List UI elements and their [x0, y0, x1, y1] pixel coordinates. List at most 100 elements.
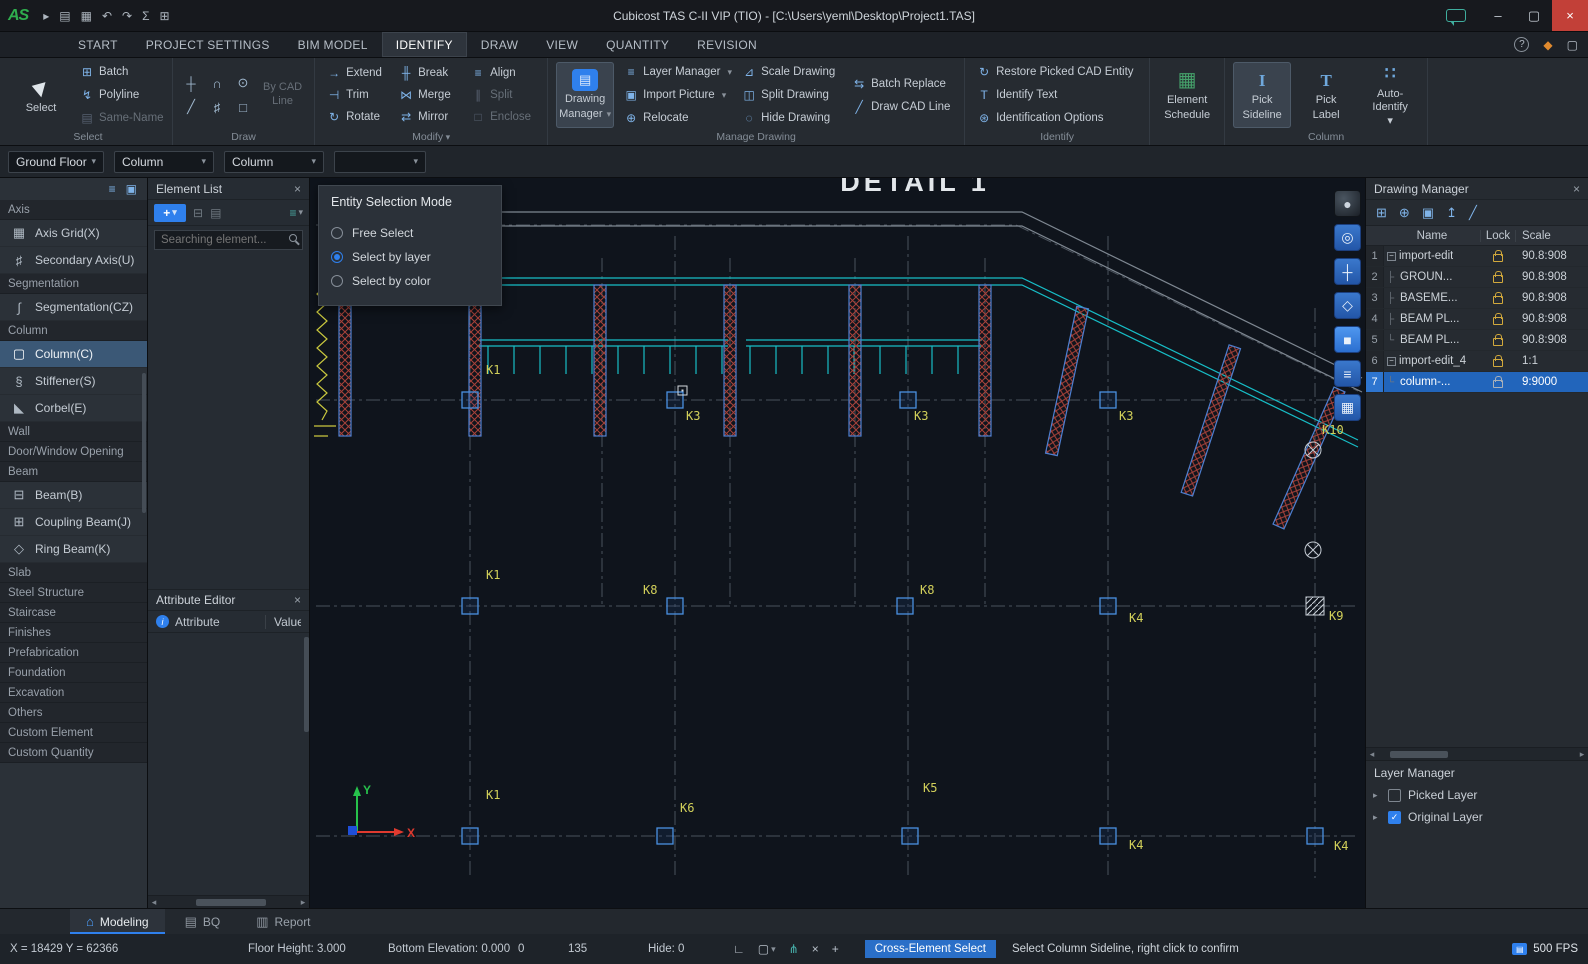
element-category-select[interactable]: Column▾ — [114, 151, 214, 173]
box-select-icon[interactable]: ▢▾ — [758, 942, 776, 956]
window-mode-icon[interactable]: ▢ — [1567, 38, 1578, 52]
ribbon-batch-replace-button[interactable]: ⇆Batch Replace — [848, 73, 956, 94]
radio-select-by-color[interactable]: Select by color — [331, 269, 489, 293]
draw-tool-icon-6[interactable]: □ — [233, 97, 253, 117]
chat-icon[interactable] — [1446, 9, 1466, 22]
sidebar-item-corbel-e[interactable]: ◣Corbel(E) — [0, 395, 147, 422]
sidebar-item-beam-b[interactable]: ⊟Beam(B) — [0, 482, 147, 509]
scroll-left-icon[interactable]: ◂ — [148, 897, 160, 908]
element-list-hscrollbar[interactable]: ◂ ▸ — [148, 895, 309, 908]
delete-element-icon[interactable]: ⊟ — [193, 206, 203, 220]
by-cad-line-button[interactable]: By CAD Line — [259, 62, 306, 128]
search-input[interactable] — [154, 230, 303, 250]
ribbon-relocate-button[interactable]: ⊕Relocate — [620, 107, 732, 128]
layout-icon[interactable]: ⊞ — [160, 9, 170, 23]
draw-tool-icon-4[interactable]: ╱ — [181, 97, 201, 117]
export-drawing-icon[interactable]: ↥ — [1446, 205, 1457, 221]
help-icon[interactable]: ? — [1514, 37, 1529, 52]
ribbon-align-button[interactable]: ≡Align — [467, 62, 539, 83]
category-foundation[interactable]: Foundation — [0, 663, 147, 683]
ribbon-layer-manager-button[interactable]: ≡Layer Manager▾ — [620, 62, 732, 83]
close-icon[interactable]: × — [294, 593, 301, 607]
undo-icon[interactable]: ↶ — [102, 9, 112, 23]
ribbon-polyline-button[interactable]: ↯Polyline — [76, 85, 164, 106]
import-icon[interactable]: ▸ — [43, 9, 49, 23]
cross-icon[interactable]: × — [812, 942, 819, 956]
menu-tab-identify[interactable]: IDENTIFY — [382, 32, 467, 57]
category-others[interactable]: Others — [0, 703, 147, 723]
layer-original-layer[interactable]: ▸✓Original Layer — [1366, 806, 1588, 828]
extra-select[interactable]: ▾ — [334, 151, 426, 173]
ribbon-split-button[interactable]: ∥Split — [467, 84, 539, 105]
sidebar-item-coupling-beam-j[interactable]: ⊞Coupling Beam(J) — [0, 509, 147, 536]
feedback-icon[interactable]: ◆ — [1543, 38, 1552, 52]
sum-icon[interactable]: Σ — [142, 9, 149, 23]
scroll-right-icon[interactable]: ▸ — [1576, 749, 1588, 760]
drawing-manager-hscrollbar[interactable]: ◂ ▸ — [1366, 747, 1588, 760]
select-button[interactable]: Select — [12, 62, 70, 128]
element-schedule-button[interactable]: ▦ Element Schedule — [1158, 62, 1216, 128]
drawing-row-groun[interactable]: 2├GROUN...90.8:908 — [1366, 267, 1588, 288]
expander-icon[interactable]: ▸ — [1373, 812, 1381, 823]
scroll-right-icon[interactable]: ▸ — [297, 897, 309, 908]
ribbon-enclose-button[interactable]: □Enclose — [467, 106, 539, 127]
drawing-row-import-edit[interactable]: 1−import-edit90.8:908 — [1366, 246, 1588, 267]
radio-free-select[interactable]: Free Select — [331, 221, 489, 245]
menu-tab-view[interactable]: VIEW — [532, 32, 592, 57]
sidebar-item-secondary-axis-u[interactable]: ♯Secondary Axis(U) — [0, 247, 147, 274]
ribbon-mirror-button[interactable]: ⇄Mirror — [395, 106, 467, 127]
menu-tab-start[interactable]: START — [64, 32, 132, 57]
snap-icon[interactable]: ⋔ — [789, 942, 799, 956]
category-custom-element[interactable]: Custom Element — [0, 723, 147, 743]
maximize-button[interactable]: ▢ — [1516, 0, 1552, 31]
redo-icon[interactable]: ↷ — [122, 9, 132, 23]
add-element-button[interactable]: +▾ — [154, 204, 186, 222]
attribute-editor-body[interactable] — [148, 633, 309, 895]
solid-view-icon[interactable]: ■ — [1334, 326, 1361, 353]
sidebar-item-stiffener-s[interactable]: §Stiffener(S) — [0, 368, 147, 395]
open-icon[interactable]: ▤ — [59, 9, 70, 23]
relative-coord-icon[interactable]: + — [832, 942, 839, 956]
ribbon-merge-button[interactable]: ⋈Merge — [395, 84, 467, 105]
element-type-select[interactable]: Column▾ — [224, 151, 324, 173]
sidebar-item-column-c[interactable]: ▢Column(C) — [0, 341, 147, 368]
ribbon-same-name-button[interactable]: ▤Same-Name — [76, 107, 164, 128]
ribbon-identify-text-button[interactable]: TIdentify Text — [973, 85, 1141, 106]
ortho-icon[interactable]: ∟ — [733, 942, 745, 956]
pick-label-button[interactable]: TPickLabel — [1297, 62, 1355, 128]
floor-select[interactable]: Ground Floor▾ — [8, 151, 104, 173]
draw-tool-icon-3[interactable]: ⊙ — [233, 73, 253, 93]
layers-view-icon[interactable]: ≡ — [1334, 360, 1361, 387]
category-slab[interactable]: Slab — [0, 563, 147, 583]
frame-drawing-icon[interactable]: ▣ — [1422, 205, 1434, 221]
tab-report[interactable]: ▥Report — [240, 909, 326, 934]
category-wall[interactable]: Wall — [0, 422, 147, 442]
ribbon-scale-drawing-button[interactable]: ⊿Scale Drawing — [738, 62, 842, 83]
ribbon-break-button[interactable]: ╫Break — [395, 62, 467, 83]
ribbon-import-picture-button[interactable]: ▣Import Picture▾ — [620, 85, 732, 106]
cad-viewport[interactable]: DETAIL 1 — [310, 178, 1365, 908]
category-axis[interactable]: Axis — [0, 200, 147, 220]
drawing-manager-button[interactable]: ▤ Drawing Manager ▾ — [556, 62, 614, 128]
tree-list-view-icon[interactable]: ≡ — [109, 182, 116, 196]
menu-tab-project-settings[interactable]: PROJECT SETTINGS — [132, 32, 284, 57]
checkbox-original-layer[interactable]: ✓ — [1388, 811, 1401, 824]
scroll-thumb[interactable] — [196, 899, 266, 906]
category-excavation[interactable]: Excavation — [0, 683, 147, 703]
pick-sideline-button[interactable]: IPickSideline — [1233, 62, 1291, 128]
collapse-icon[interactable]: − — [1387, 252, 1396, 261]
ribbon-batch-button[interactable]: ⊞Batch — [76, 62, 164, 83]
category-segmentation[interactable]: Segmentation — [0, 274, 147, 294]
ribbon-trim-button[interactable]: ⊣Trim — [323, 84, 395, 105]
category-beam[interactable]: Beam — [0, 462, 147, 482]
menu-tab-draw[interactable]: DRAW — [467, 32, 532, 57]
ribbon-rotate-button[interactable]: ↻Rotate — [323, 106, 395, 127]
close-button[interactable]: × — [1552, 0, 1588, 31]
draw-tool-icon-1[interactable]: ┼ — [181, 73, 201, 93]
draw-tool-icon-5[interactable]: ♯ — [207, 97, 227, 117]
layer-display-icon[interactable]: ≡▾ — [289, 206, 303, 220]
drawing-row-beam-pl[interactable]: 4├BEAM PL...90.8:908 — [1366, 309, 1588, 330]
close-icon[interactable]: × — [294, 182, 301, 196]
category-steel-structure[interactable]: Steel Structure — [0, 583, 147, 603]
locate-drawing-icon[interactable]: ⊕ — [1399, 205, 1410, 221]
